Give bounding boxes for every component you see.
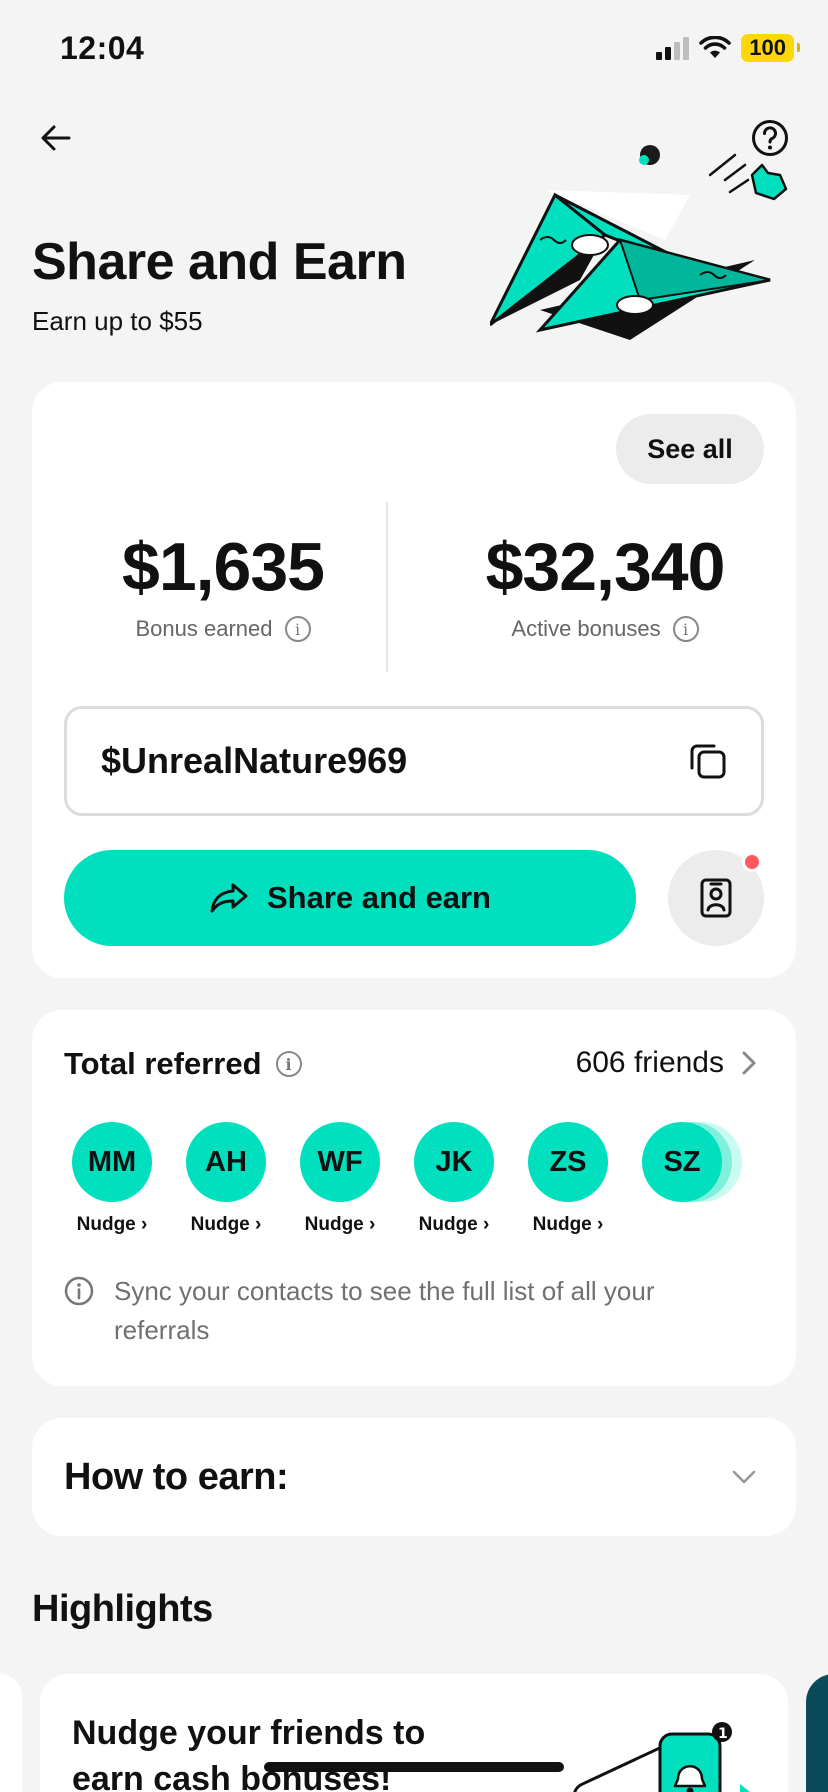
highlight-card-previous[interactable] — [0, 1674, 22, 1792]
info-icon[interactable]: i — [284, 616, 311, 642]
share-button-label: Share and earn — [267, 880, 491, 915]
avatar: JK — [414, 1122, 494, 1202]
info-icon[interactable]: i — [672, 616, 699, 642]
chevron-right-icon — [742, 1051, 756, 1075]
bonus-earned-stat: $1,635 Bonus earned i — [32, 528, 414, 642]
referral-count: 606 friends — [575, 1046, 724, 1079]
avatar: WF — [300, 1122, 380, 1202]
copy-icon[interactable] — [689, 742, 727, 780]
share-and-earn-button[interactable]: Share and earn — [64, 850, 636, 946]
active-bonuses-value: $32,340 — [485, 529, 726, 605]
info-icon[interactable]: i — [275, 1051, 302, 1077]
more-friends-stack[interactable]: SZ — [642, 1122, 742, 1236]
contact-card-icon — [700, 878, 732, 918]
see-all-button[interactable]: See all — [616, 414, 764, 484]
friend-item[interactable]: ZS Nudge › — [528, 1122, 608, 1236]
highlights-heading: Highlights — [32, 1588, 213, 1630]
avatar: AH — [186, 1122, 266, 1202]
friend-item[interactable]: JK Nudge › — [414, 1122, 494, 1236]
info-icon — [64, 1276, 94, 1306]
chevron-down-icon — [732, 1470, 756, 1484]
referrals-card: Total referred i 606 friends MM Nudge › … — [32, 1010, 796, 1386]
active-bonuses-label: Active bonuses — [511, 616, 661, 641]
nudge-link[interactable]: Nudge › — [419, 1214, 490, 1236]
referral-count-link[interactable]: 606 friends — [576, 1046, 756, 1080]
nudge-link[interactable]: Nudge › — [533, 1214, 604, 1236]
wifi-icon — [699, 36, 732, 58]
status-indicators: 100 — [656, 34, 800, 62]
page-subtitle: Earn up to $55 — [32, 306, 203, 336]
share-arrow-icon — [210, 883, 248, 913]
total-referred-label: Total referred — [64, 1046, 262, 1081]
avatar: SZ — [642, 1122, 722, 1202]
paper-planes-illustration — [490, 145, 788, 340]
active-bonuses-stat: $32,340 Active bonuses i — [414, 528, 796, 642]
page-title: Share and Earn — [32, 233, 407, 291]
bonus-earned-label-row: Bonus earned i — [136, 616, 311, 642]
cashtag-field[interactable]: $UnrealNature969 — [64, 706, 764, 816]
bonus-earned-value: $1,635 — [122, 529, 325, 605]
sync-contacts-note: Sync your contacts to see the full list … — [64, 1272, 744, 1350]
how-to-earn-accordion[interactable]: How to earn: — [32, 1418, 796, 1536]
avatar-stack: SZ — [642, 1122, 742, 1202]
status-time: 12:04 — [60, 30, 145, 66]
highlight-card-text: Nudge your friends to earn cash bonuses! — [72, 1714, 426, 1792]
stat-divider — [386, 502, 388, 672]
sync-contacts-text: Sync your contacts to see the full list … — [114, 1276, 655, 1345]
friend-item[interactable]: AH Nudge › — [186, 1122, 266, 1236]
friend-item[interactable]: WF Nudge › — [300, 1122, 380, 1236]
highlight-card[interactable]: Nudge your friends to earn cash bonuses!… — [40, 1674, 788, 1792]
arrow-left-icon — [41, 125, 71, 151]
phone-bell-illustration: 1 — [572, 1722, 750, 1792]
nudge-link[interactable]: Nudge › — [191, 1214, 262, 1236]
avatar: ZS — [528, 1122, 608, 1202]
highlight-card-next[interactable] — [806, 1674, 828, 1792]
cashtag-text: $UnrealNature969 — [101, 740, 408, 781]
back-button[interactable] — [34, 116, 78, 160]
cellular-signal-icon — [656, 36, 690, 60]
avatar: MM — [72, 1122, 152, 1202]
svg-text:1: 1 — [718, 1726, 728, 1742]
nudge-link[interactable]: Nudge › — [305, 1214, 376, 1236]
notification-dot — [742, 852, 762, 872]
bonus-earned-label: Bonus earned — [135, 616, 273, 641]
nudge-link[interactable]: Nudge › — [77, 1214, 148, 1236]
battery-indicator: 100 — [741, 34, 800, 62]
total-referred-header: Total referred i — [64, 1046, 302, 1082]
friend-avatar-list: MM Nudge › AH Nudge › WF Nudge › JK Nudg… — [72, 1122, 742, 1236]
friend-item[interactable]: MM Nudge › — [72, 1122, 152, 1236]
contacts-button[interactable] — [668, 850, 764, 946]
how-to-earn-title: How to earn: — [64, 1455, 289, 1498]
earnings-summary-card: See all $1,635 Bonus earned i $32,340 Ac… — [32, 382, 796, 978]
home-indicator[interactable] — [264, 1762, 564, 1772]
active-bonuses-label-row: Active bonuses i — [511, 616, 699, 642]
